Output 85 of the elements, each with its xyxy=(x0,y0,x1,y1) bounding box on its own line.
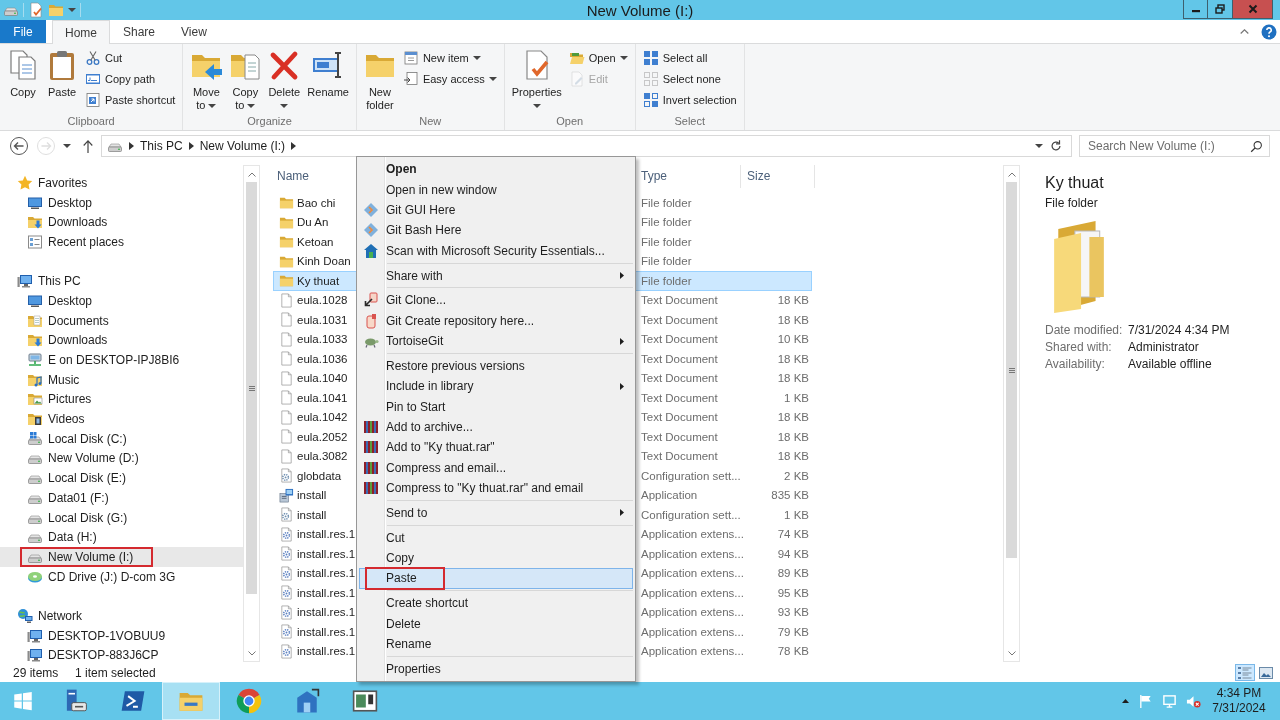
file-name: Kinh Doan xyxy=(297,255,351,268)
file-size: 18 KB xyxy=(776,450,810,463)
item-count: 29 items xyxy=(13,665,60,680)
file-name: install.res.1 xyxy=(297,645,356,658)
file-size: 18 KB xyxy=(776,294,810,307)
file-size: 18 KB xyxy=(776,411,810,424)
property-label: Date modified: xyxy=(1045,323,1124,337)
file-size: 835 KB xyxy=(770,489,810,502)
file-type: Application xyxy=(640,489,699,502)
group-label: Open xyxy=(555,114,585,129)
file-size: 18 KB xyxy=(776,352,810,365)
file-type: Application extens... xyxy=(640,528,745,541)
file-type: Text Document xyxy=(640,294,719,307)
file-name: Ky thuat xyxy=(297,274,340,287)
group-label: Select xyxy=(673,114,706,129)
file-name: install xyxy=(297,489,327,502)
file-type: File folder xyxy=(640,196,693,209)
file-size: 1 KB xyxy=(783,391,810,404)
file-size: 89 KB xyxy=(776,567,810,580)
file-name: eula.1042 xyxy=(297,411,348,424)
file-size: 18 KB xyxy=(776,372,810,385)
group-label: Clipboard xyxy=(66,114,116,129)
file-type: Text Document xyxy=(640,333,719,346)
file-type: Application extens... xyxy=(640,586,745,599)
property-value: Available offline xyxy=(1128,357,1213,371)
file-type: Text Document xyxy=(640,411,719,424)
file-name: eula.1041 xyxy=(297,391,348,404)
group-label: New xyxy=(418,114,443,129)
property-label: Shared with: xyxy=(1045,340,1113,354)
file-size: 18 KB xyxy=(776,313,810,326)
file-name: Bao chi xyxy=(297,196,336,209)
file-type: Text Document xyxy=(640,450,719,463)
file-name: install.res.1 xyxy=(297,606,356,619)
file-name: globdata xyxy=(297,469,342,482)
property-label: Availability: xyxy=(1045,357,1106,371)
file-name: eula.3082 xyxy=(297,450,348,463)
file-type: Application extens... xyxy=(640,645,745,658)
file-size: 1 KB xyxy=(783,508,810,521)
file-name: eula.1031 xyxy=(297,313,348,326)
file-name: Du An xyxy=(297,216,329,229)
file-type: Text Document xyxy=(640,372,719,385)
file-name: eula.1040 xyxy=(297,372,348,385)
window-title: New Volume (I:) xyxy=(585,1,695,19)
file-type: Text Document xyxy=(640,430,719,443)
clock-date: 7/31/2024 xyxy=(1212,701,1266,716)
file-size: 74 KB xyxy=(776,528,810,541)
file-name: eula.2052 xyxy=(297,430,348,443)
file-type: Configuration sett... xyxy=(640,469,742,482)
file-name: install.res.1 xyxy=(297,528,356,541)
file-type: Text Document xyxy=(640,391,719,404)
file-type: Configuration sett... xyxy=(640,508,742,521)
clock-time: 4:34 PM xyxy=(1216,686,1262,701)
details-title: Ky thuat xyxy=(1045,173,1105,193)
file-size: 78 KB xyxy=(776,645,810,658)
property-value: Administrator xyxy=(1128,340,1200,354)
file-name: Ketoan xyxy=(297,235,334,248)
file-name: eula.1028 xyxy=(297,294,348,307)
details-type: File folder xyxy=(1045,195,1099,211)
file-size: 95 KB xyxy=(776,586,810,599)
file-size: 10 KB xyxy=(776,333,810,346)
file-type: Application extens... xyxy=(640,625,745,638)
file-name: eula.1033 xyxy=(297,333,348,346)
selection-count: 1 item selected xyxy=(75,665,156,680)
file-name: install.res.1 xyxy=(297,547,356,560)
file-size: 93 KB xyxy=(776,606,810,619)
file-size: 79 KB xyxy=(776,625,810,638)
file-type: File folder xyxy=(640,274,693,287)
file-type: Application extens... xyxy=(640,567,745,580)
file-name: eula.1036 xyxy=(297,352,348,365)
file-name: install.res.1 xyxy=(297,567,356,580)
file-size: 2 KB xyxy=(783,469,810,482)
file-name: install.res.1 xyxy=(297,625,356,638)
file-type: Application extens... xyxy=(640,547,745,560)
file-type: Text Document xyxy=(640,352,719,365)
file-size: 18 KB xyxy=(776,430,810,443)
file-type: Application extens... xyxy=(640,606,745,619)
file-type: Text Document xyxy=(640,313,719,326)
file-type: File folder xyxy=(640,255,693,268)
group-label: Organize xyxy=(246,114,293,129)
file-type: File folder xyxy=(640,235,693,248)
file-name: install.res.1 xyxy=(297,586,356,599)
file-name: install xyxy=(297,508,327,521)
file-type: File folder xyxy=(640,216,693,229)
property-value: 7/31/2024 4:34 PM xyxy=(1128,323,1231,337)
file-size: 94 KB xyxy=(776,547,810,560)
